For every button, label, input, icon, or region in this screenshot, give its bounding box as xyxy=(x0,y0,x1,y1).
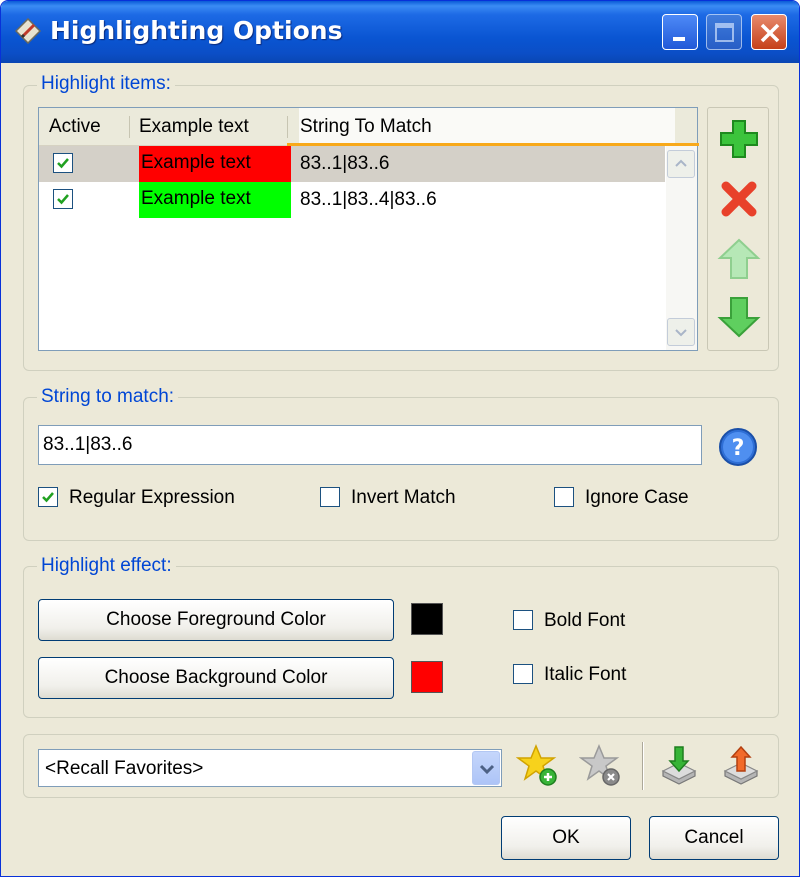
string-to-match-legend: String to match: xyxy=(37,386,179,408)
string-to-match-input[interactable]: 83..1|83..6 xyxy=(38,425,702,465)
column-header-active[interactable]: Active xyxy=(49,108,129,146)
dialog-window: Highlighting Options Highlight items: Ac… xyxy=(0,0,800,877)
ok-button[interactable]: OK xyxy=(501,816,631,860)
checkbox-box[interactable] xyxy=(513,664,533,684)
dropdown-value: <Recall Favorites> xyxy=(45,758,204,779)
maximize-button xyxy=(706,14,742,50)
recall-favorites-dropdown[interactable]: <Recall Favorites> xyxy=(38,749,502,787)
highlight-effect-legend: Highlight effect: xyxy=(37,555,176,577)
invert-match-checkbox[interactable]: Invert Match xyxy=(320,486,490,512)
checkbox-box[interactable] xyxy=(513,610,533,630)
checkmark-icon xyxy=(57,158,69,169)
item-actions-panel xyxy=(707,107,769,351)
column-header-string-to-match[interactable]: String To Match xyxy=(299,108,675,146)
table-row[interactable]: Example text 83..1|83..6 xyxy=(39,146,665,182)
background-color-swatch xyxy=(411,661,443,693)
chevron-up-icon xyxy=(675,159,687,167)
checkbox-label: Bold Font xyxy=(544,610,626,631)
table-row[interactable]: Example text 83..1|83..4|83..6 xyxy=(39,182,665,218)
minimize-icon xyxy=(673,37,685,41)
svg-text:?: ? xyxy=(732,436,745,461)
bold-font-checkbox[interactable]: Bold Font xyxy=(513,609,663,635)
cancel-button[interactable]: Cancel xyxy=(649,816,779,860)
checkmark-icon xyxy=(57,194,69,205)
column-separator[interactable] xyxy=(287,116,288,138)
scroll-up-button[interactable] xyxy=(667,150,695,178)
column-header-example-text[interactable]: Example text xyxy=(139,108,289,146)
highlight-items-list[interactable]: Active Example text String To Match Exam… xyxy=(38,107,699,351)
ignore-case-checkbox[interactable]: Ignore Case xyxy=(554,486,724,512)
string-to-match-cell: 83..1|83..6 xyxy=(300,153,390,174)
export-icon[interactable] xyxy=(719,743,763,787)
close-icon xyxy=(760,23,780,43)
list-header: Active Example text String To Match xyxy=(39,108,699,146)
checkmark-icon xyxy=(42,492,54,503)
add-favorite-icon[interactable] xyxy=(516,743,560,787)
window-title: Highlighting Options xyxy=(50,16,343,45)
move-down-icon[interactable] xyxy=(716,294,762,340)
checkbox-label: Regular Expression xyxy=(69,487,235,508)
pencil-diamond-icon xyxy=(15,18,41,44)
checkbox-box[interactable] xyxy=(320,487,340,507)
italic-font-checkbox[interactable]: Italic Font xyxy=(513,663,663,689)
title-bar[interactable]: Highlighting Options xyxy=(1,1,799,63)
toolbar-separator xyxy=(642,742,644,790)
example-text-cell: Example text xyxy=(139,146,291,182)
column-header-label: String To Match xyxy=(300,116,432,137)
highlight-items-legend: Highlight items: xyxy=(37,73,175,95)
foreground-color-swatch xyxy=(411,603,443,635)
checkbox-label: Invert Match xyxy=(351,487,456,508)
choose-background-color-button[interactable]: Choose Background Color xyxy=(38,657,394,699)
scroll-down-button[interactable] xyxy=(667,318,695,346)
move-up-icon[interactable] xyxy=(716,236,762,282)
close-button[interactable] xyxy=(751,14,787,50)
checkbox-label: Italic Font xyxy=(544,664,627,685)
minimize-button[interactable] xyxy=(662,14,698,50)
choose-foreground-color-button[interactable]: Choose Foreground Color xyxy=(38,599,394,641)
chevron-down-icon xyxy=(479,764,495,775)
checkbox-box[interactable] xyxy=(554,487,574,507)
chevron-down-icon xyxy=(675,329,687,337)
vertical-scrollbar[interactable] xyxy=(666,146,697,350)
row-active-checkbox[interactable] xyxy=(53,189,73,209)
import-icon[interactable] xyxy=(657,743,701,787)
checkbox-box[interactable] xyxy=(38,487,58,507)
string-to-match-cell: 83..1|83..4|83..6 xyxy=(300,189,437,210)
regular-expression-checkbox[interactable]: Regular Expression xyxy=(38,486,268,512)
help-icon[interactable]: ? xyxy=(717,426,759,468)
checkbox-label: Ignore Case xyxy=(585,487,689,508)
delete-icon[interactable] xyxy=(716,176,762,222)
add-icon[interactable] xyxy=(716,116,762,162)
example-text-cell: Example text xyxy=(139,182,291,218)
remove-favorite-icon[interactable] xyxy=(579,743,623,787)
row-active-checkbox[interactable] xyxy=(53,153,73,173)
dropdown-button[interactable] xyxy=(472,751,500,785)
maximize-icon xyxy=(715,23,734,42)
string-to-match-group xyxy=(23,397,779,541)
column-separator[interactable] xyxy=(129,116,130,138)
